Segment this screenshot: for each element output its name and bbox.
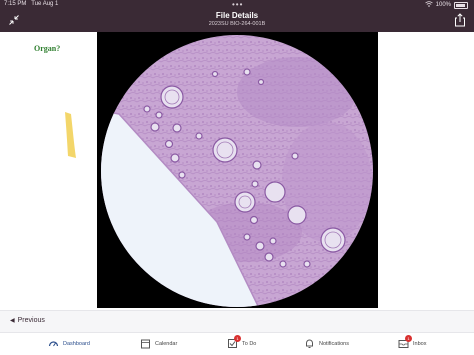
previous-label: Previous: [17, 317, 45, 324]
previous-button[interactable]: ◀ Previous: [10, 317, 45, 324]
previous-bar: ◀ Previous: [0, 310, 474, 333]
wifi-icon: [424, 1, 433, 9]
multitasking-dots-icon[interactable]: •••: [232, 0, 243, 9]
tab-todo[interactable]: 1 To Do: [227, 335, 257, 349]
battery-icon: [454, 1, 468, 9]
bell-icon: [304, 338, 315, 349]
document-viewer[interactable]: Organ?: [0, 32, 474, 310]
status-time-text: 7:15 PM: [4, 1, 27, 7]
calendar-icon: [140, 338, 151, 349]
tab-calendar[interactable]: Calendar: [140, 338, 177, 349]
todo-badge: 1: [234, 335, 241, 342]
tab-bar: Dashboard Calendar 1 To Do Notifications…: [0, 332, 474, 355]
tab-label: Inbox: [413, 340, 427, 347]
tab-dashboard[interactable]: Dashboard: [48, 338, 90, 349]
status-date-text: Tue Aug 1: [31, 1, 59, 7]
page-title: File Details: [215, 11, 259, 20]
tab-label: Dashboard: [63, 340, 90, 347]
app-root: 7:15 PM Tue Aug 1 ••• 100% File Details: [0, 0, 474, 355]
battery-percent: 100%: [435, 2, 451, 8]
tab-inbox[interactable]: 1 Inbox: [398, 335, 427, 349]
inbox-badge: 1: [405, 335, 412, 342]
share-icon[interactable]: [454, 13, 466, 27]
inbox-icon: 1: [398, 335, 412, 349]
micrograph-image: [97, 32, 378, 308]
tab-label: Calendar: [155, 340, 178, 347]
tab-label: Notifications: [319, 340, 349, 347]
tab-label: To Do: [242, 340, 257, 347]
chevron-left-icon: ◀: [10, 318, 15, 324]
course-subtitle: 2023SU BIO-264-001B: [208, 21, 266, 27]
question-text: Organ?: [34, 44, 61, 53]
status-time: 7:15 PM Tue Aug 1: [4, 1, 58, 7]
tab-notifications[interactable]: Notifications: [304, 338, 349, 349]
dashboard-icon: [48, 338, 59, 349]
todo-icon: 1: [227, 335, 241, 349]
header: 7:15 PM Tue Aug 1 ••• 100% File Details: [0, 0, 474, 32]
status-indicators: 100%: [424, 1, 468, 9]
highlighter-annotation: [65, 112, 76, 158]
